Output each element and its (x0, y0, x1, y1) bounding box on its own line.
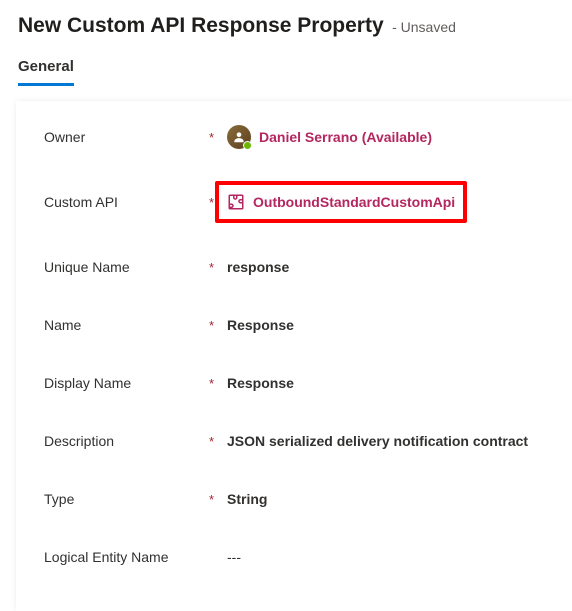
logical-entity-name-input[interactable]: --- (227, 549, 241, 565)
custom-api-lookup[interactable]: OutboundStandardCustomApi (215, 181, 467, 223)
field-type: Type * String (44, 485, 544, 513)
field-name: Name * Response (44, 311, 544, 339)
label-unique-name: Unique Name (44, 259, 209, 275)
label-owner: Owner (44, 129, 209, 145)
display-name-input[interactable]: Response (227, 375, 294, 391)
page-header: New Custom API Response Property - Unsav… (0, 0, 572, 46)
unique-name-input[interactable]: response (227, 259, 289, 275)
required-indicator: * (209, 260, 227, 275)
custom-api-value: OutboundStandardCustomApi (253, 194, 455, 210)
form-panel: Owner * Daniel Serrano (Available) Custo… (16, 101, 572, 611)
description-input[interactable]: JSON serialized delivery notification co… (227, 433, 528, 449)
label-type: Type (44, 491, 209, 507)
required-indicator: * (209, 376, 227, 391)
field-description: Description * JSON serialized delivery n… (44, 427, 544, 455)
puzzle-icon (227, 193, 245, 211)
required-indicator: * (209, 130, 227, 145)
required-indicator: * (209, 318, 227, 333)
tab-general[interactable]: General (18, 58, 74, 86)
required-indicator: * (209, 434, 227, 449)
required-indicator: * (209, 492, 227, 507)
label-name: Name (44, 317, 209, 333)
page-status: - Unsaved (392, 19, 456, 35)
label-display-name: Display Name (44, 375, 209, 391)
field-owner: Owner * Daniel Serrano (Available) (44, 123, 544, 151)
field-logical-entity-name: Logical Entity Name --- (44, 543, 544, 571)
label-custom-api: Custom API (44, 194, 209, 210)
owner-lookup[interactable]: Daniel Serrano (Available) (227, 125, 432, 149)
field-display-name: Display Name * Response (44, 369, 544, 397)
tab-bar: General (0, 46, 572, 87)
field-unique-name: Unique Name * response (44, 253, 544, 281)
label-logical-entity-name: Logical Entity Name (44, 549, 209, 565)
name-input[interactable]: Response (227, 317, 294, 333)
page-title: New Custom API Response Property (18, 14, 384, 37)
presence-icon (243, 141, 252, 150)
field-custom-api: Custom API * OutboundStandardCustomApi (44, 181, 544, 223)
avatar-icon (227, 125, 251, 149)
owner-value: Daniel Serrano (Available) (259, 129, 432, 145)
label-description: Description (44, 433, 209, 449)
type-select[interactable]: String (227, 491, 267, 507)
